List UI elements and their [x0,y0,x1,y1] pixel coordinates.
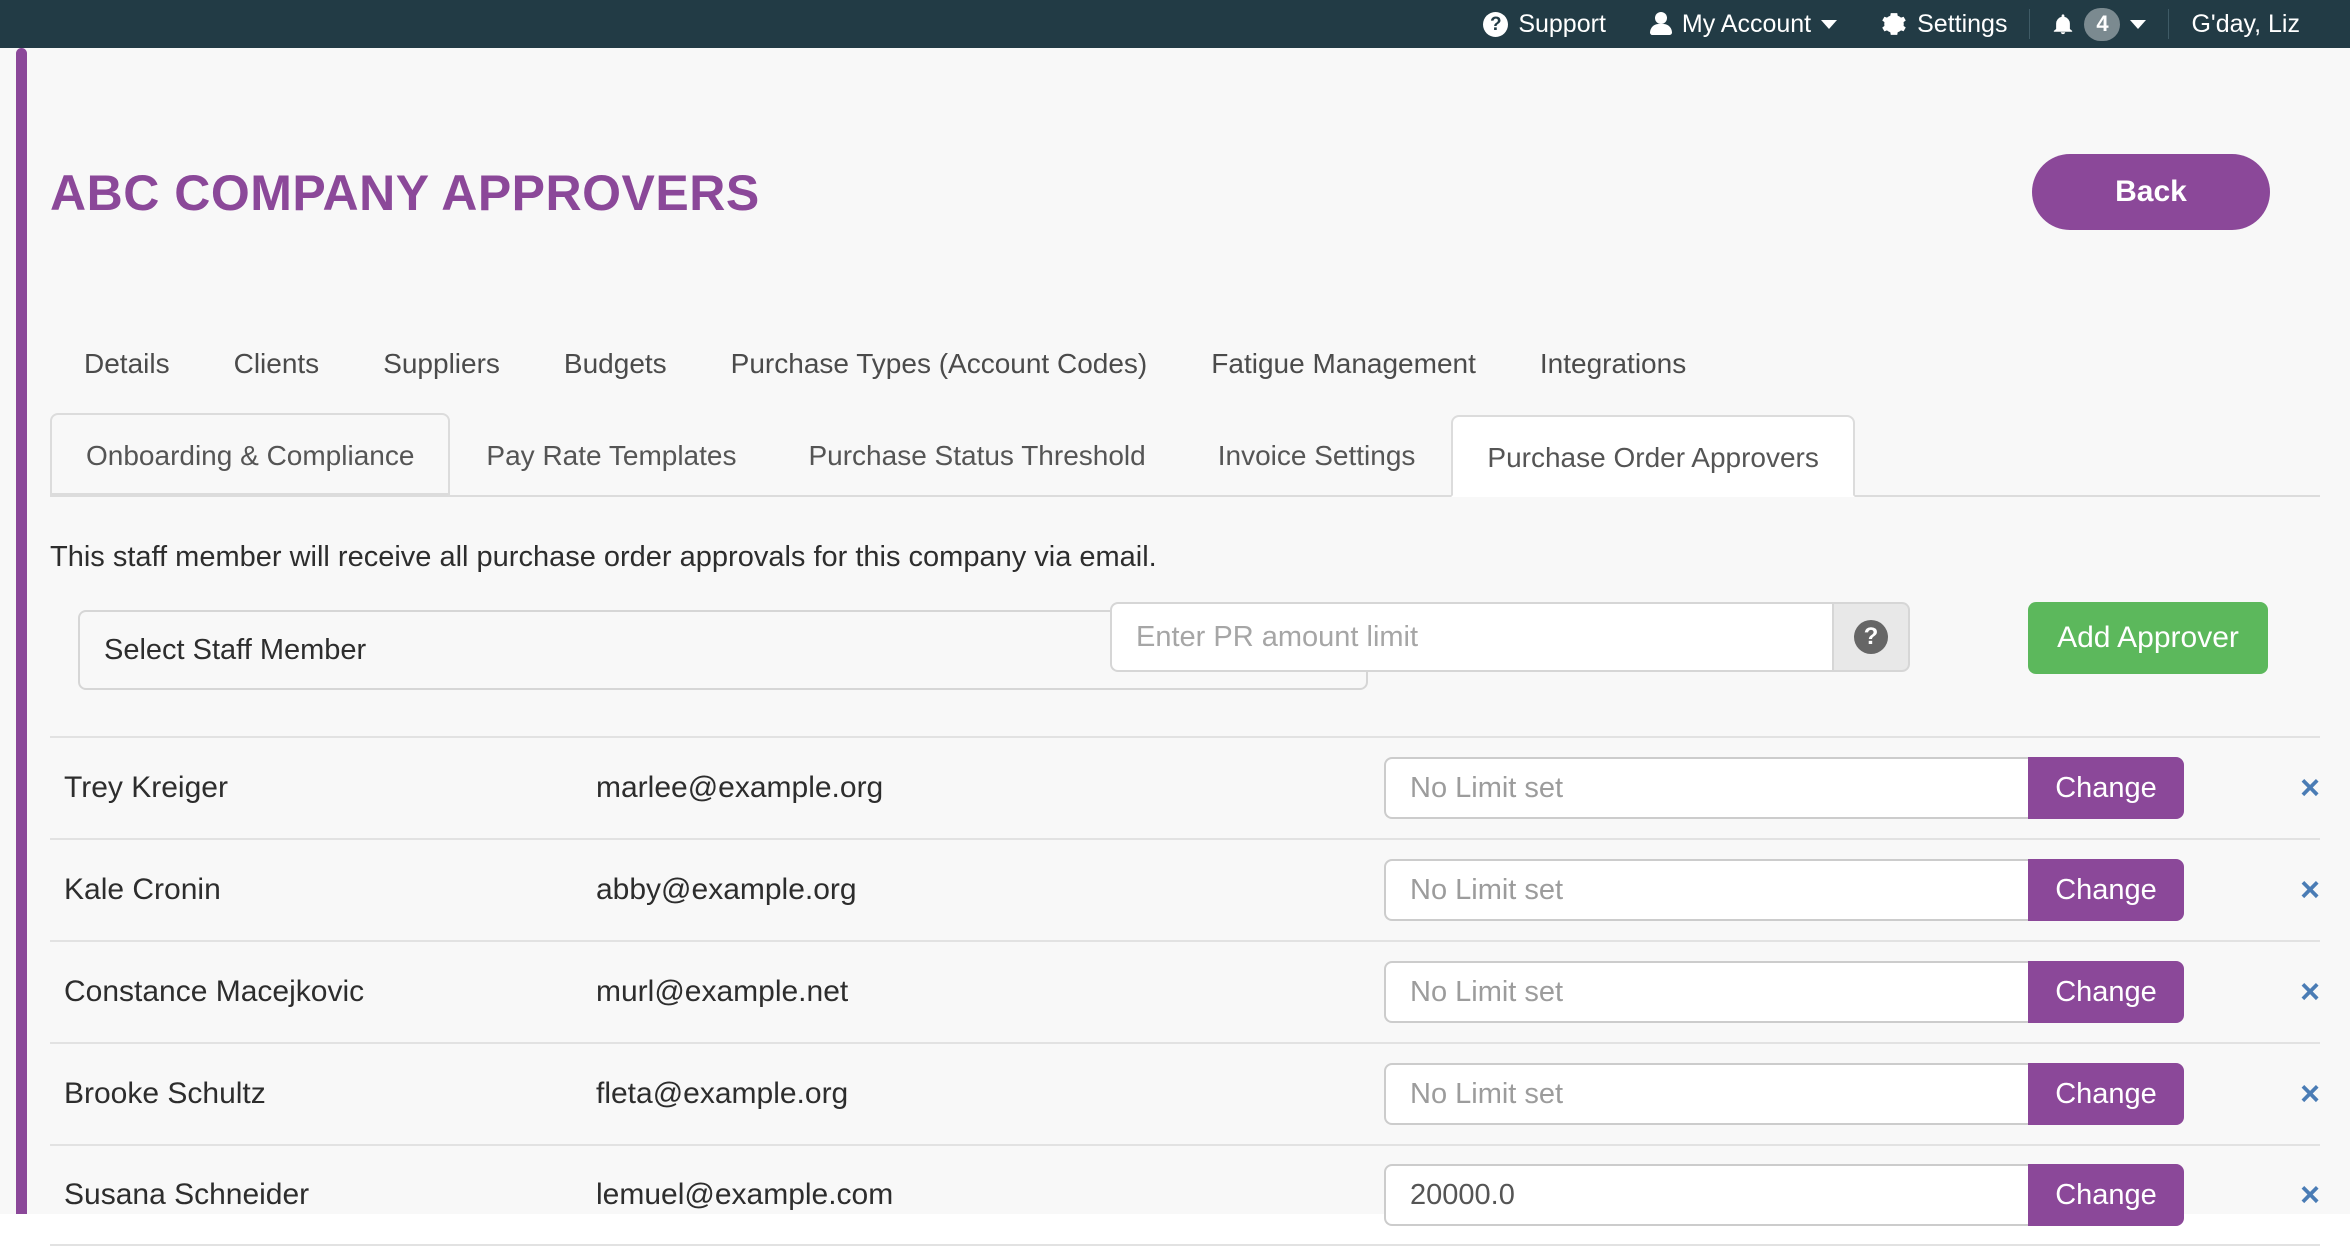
support-menu-item[interactable]: ? Support [1461,0,1628,48]
bell-icon [2052,11,2074,37]
change-limit-button[interactable]: Change [2028,961,2184,1023]
my-account-label: My Account [1681,9,1812,38]
approver-name: Susana Schneider [64,1178,310,1211]
help-circle-icon: ? [1854,620,1888,654]
change-limit-button[interactable]: Change [2028,1063,2184,1125]
secondary-tab-bar: Onboarding & Compliance Pay Rate Templat… [50,413,2320,497]
approvers-list: Trey Kreiger marlee@example.org Change ×… [50,736,2320,1246]
approver-limit-group: Change [1384,1063,2184,1125]
accent-stripe [16,48,27,1214]
pr-amount-limit-input[interactable] [1110,602,1832,672]
table-row: Kale Cronin abby@example.org Change × [50,838,2320,940]
tab-details[interactable]: Details [52,344,202,384]
approver-limit-group: Change [1384,961,2184,1023]
approver-limit-group: Change [1384,859,2184,921]
remove-approver-icon[interactable]: × [2290,870,2330,910]
page-title: ABC COMPANY APPROVERS [50,165,760,221]
user-greeting[interactable]: G'day, Liz [2169,0,2322,48]
change-limit-button[interactable]: Change [2028,757,2184,819]
notification-count-badge: 4 [2084,7,2121,41]
tab-purchase-order-approvers[interactable]: Purchase Order Approvers [1451,415,1855,497]
approver-limit-input[interactable] [1384,961,2028,1023]
tab-invoice-settings[interactable]: Invoice Settings [1182,413,1452,495]
primary-tab-bar: Details Clients Suppliers Budgets Purcha… [52,344,1718,384]
tab-clients[interactable]: Clients [202,344,352,384]
page-body: ABC COMPANY APPROVERS Back Details Clien… [0,48,2350,1246]
page-header: ABC COMPANY APPROVERS Back [50,148,2310,238]
approver-limit-group: Change [1384,1164,2184,1226]
approver-email: fleta@example.org [596,1077,849,1110]
tab-purchase-types[interactable]: Purchase Types (Account Codes) [699,344,1180,384]
pr-limit-field-group: ? [1110,602,1910,672]
approver-limit-input[interactable] [1384,1063,2028,1125]
table-row: Susana Schneider lemuel@example.com Chan… [50,1144,2320,1246]
tab-onboarding-compliance[interactable]: Onboarding & Compliance [50,413,451,495]
pr-limit-help-button[interactable]: ? [1832,602,1910,672]
tab-pay-rate-templates[interactable]: Pay Rate Templates [450,413,772,495]
add-approver-button[interactable]: Add Approver [2028,602,2268,674]
table-row: Constance Macejkovic murl@example.net Ch… [50,940,2320,1042]
support-label: Support [1518,9,1606,38]
approver-limit-input[interactable] [1384,859,2028,921]
greeting-label: G'day, Liz [2191,9,2300,38]
settings-menu-item[interactable]: Settings [1859,0,2029,48]
chevron-down-icon [1821,19,1838,29]
approver-email: abby@example.org [596,873,857,906]
table-row: Trey Kreiger marlee@example.org Change × [50,736,2320,838]
add-approver-form: Select Staff Member ? Add Approver [78,600,2308,710]
approver-limit-input[interactable] [1384,1164,2028,1226]
back-button[interactable]: Back [2032,154,2270,230]
approver-name: Constance Macejkovic [64,975,365,1008]
top-navigation-bar: ? Support My Account Settings 4 G'day, L… [0,0,2350,48]
change-limit-button[interactable]: Change [2028,859,2184,921]
help-circle-icon: ? [1483,11,1509,37]
approver-email: marlee@example.org [596,771,884,804]
tab-integrations[interactable]: Integrations [1508,344,1718,384]
remove-approver-icon[interactable]: × [2290,768,2330,808]
description-text: This staff member will receive all purch… [50,541,1157,573]
approver-email: murl@example.net [596,975,849,1008]
approver-name: Brooke Schultz [64,1077,266,1110]
approver-limit-input[interactable] [1384,757,2028,819]
notifications-menu-item[interactable]: 4 [2030,0,2168,48]
gear-icon [1881,11,1907,37]
change-limit-button[interactable]: Change [2028,1164,2184,1226]
my-account-menu-item[interactable]: My Account [1628,0,1859,48]
approver-name: Trey Kreiger [64,771,228,804]
approver-limit-group: Change [1384,757,2184,819]
tab-purchase-status-threshold[interactable]: Purchase Status Threshold [772,413,1181,495]
tab-fatigue-management[interactable]: Fatigue Management [1179,344,1508,384]
tab-suppliers[interactable]: Suppliers [351,344,532,384]
approver-name: Kale Cronin [64,873,221,906]
settings-label: Settings [1917,9,2008,38]
person-icon [1649,11,1672,37]
approver-email: lemuel@example.com [596,1178,894,1211]
remove-approver-icon[interactable]: × [2290,972,2330,1012]
table-row: Brooke Schultz fleta@example.org Change … [50,1042,2320,1144]
tab-budgets[interactable]: Budgets [532,344,699,384]
remove-approver-icon[interactable]: × [2290,1074,2330,1114]
remove-approver-icon[interactable]: × [2290,1175,2330,1215]
chevron-down-icon [2130,19,2147,29]
